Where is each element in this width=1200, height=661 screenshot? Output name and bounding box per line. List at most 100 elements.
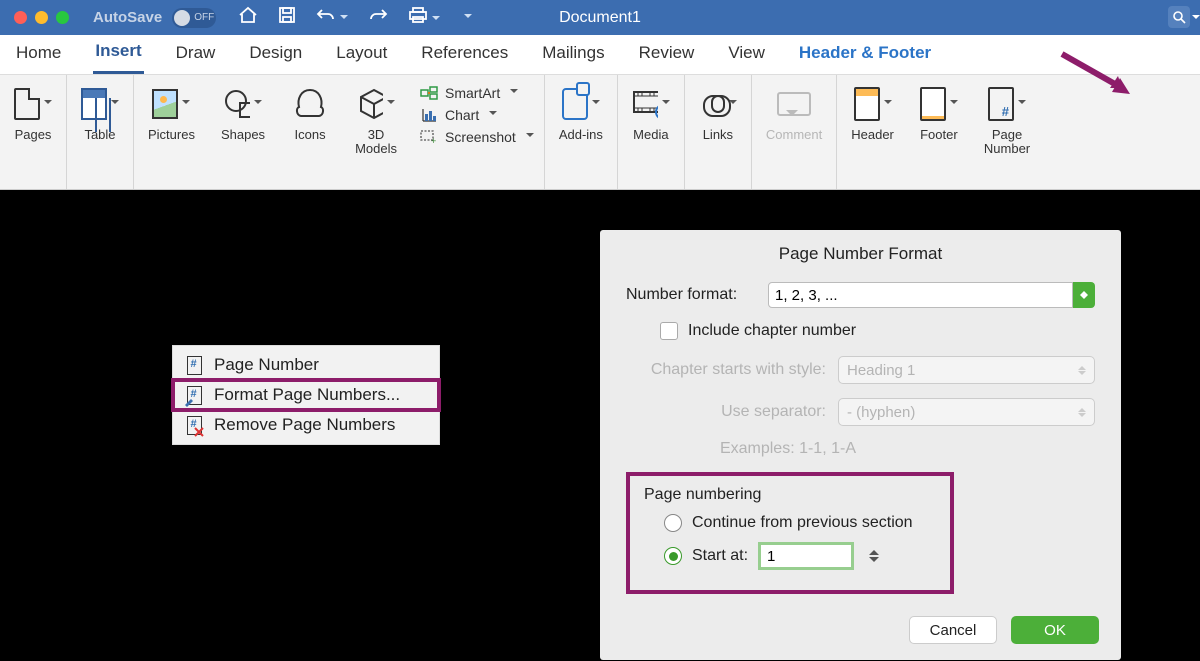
media-icon bbox=[632, 88, 658, 120]
tab-header-footer[interactable]: Header & Footer bbox=[797, 37, 933, 73]
redo-icon[interactable] bbox=[368, 7, 388, 28]
link-icon bbox=[711, 95, 725, 113]
start-at-stepper[interactable] bbox=[869, 545, 879, 567]
tab-review[interactable]: Review bbox=[637, 37, 697, 73]
save-icon[interactable] bbox=[278, 6, 296, 29]
ribbon-insert: Pages Table Pictures Shapes Icons 3D Mod… bbox=[0, 75, 1200, 190]
number-format-field[interactable] bbox=[768, 282, 1073, 308]
continue-radio[interactable] bbox=[664, 514, 682, 532]
svg-text:+: + bbox=[431, 136, 436, 144]
comment-button: Comment bbox=[758, 83, 830, 142]
toggle-knob bbox=[174, 10, 190, 26]
tab-layout[interactable]: Layout bbox=[334, 37, 389, 73]
chapter-style-combo: Heading 1 bbox=[838, 356, 1095, 384]
smartart-label: SmartArt bbox=[445, 85, 500, 101]
footer-icon bbox=[920, 87, 946, 121]
separator-value: - (hyphen) bbox=[847, 404, 915, 421]
tab-home[interactable]: Home bbox=[14, 37, 63, 73]
home-icon[interactable] bbox=[238, 6, 258, 29]
start-at-field[interactable] bbox=[758, 542, 854, 570]
tab-draw[interactable]: Draw bbox=[174, 37, 218, 73]
3dmodels-button[interactable]: 3D Models bbox=[347, 83, 405, 156]
tab-references[interactable]: References bbox=[419, 37, 510, 73]
menu-fpn-label: Format Page Numbers... bbox=[214, 385, 400, 405]
pictures-label: Pictures bbox=[148, 128, 195, 142]
include-chapter-label: Include chapter number bbox=[688, 322, 856, 340]
start-at-label: Start at: bbox=[692, 547, 748, 565]
page-number-menu: # Page Number # Format Page Numbers... #… bbox=[172, 345, 440, 445]
number-format-label: Number format: bbox=[626, 286, 756, 304]
combo-step-buttons[interactable] bbox=[1073, 282, 1095, 308]
number-format-combo[interactable] bbox=[768, 282, 1095, 308]
tab-view[interactable]: View bbox=[726, 37, 767, 73]
tab-design[interactable]: Design bbox=[247, 37, 304, 73]
ok-button[interactable]: OK bbox=[1011, 616, 1099, 644]
print-icon[interactable] bbox=[408, 6, 440, 29]
table-label: Table bbox=[84, 128, 115, 142]
window-zoom-dot[interactable] bbox=[56, 11, 69, 24]
pictures-button[interactable]: Pictures bbox=[140, 83, 203, 142]
links-label: Links bbox=[703, 128, 733, 142]
undo-icon[interactable] bbox=[316, 7, 348, 28]
search-button[interactable] bbox=[1168, 6, 1190, 28]
page-icon: # bbox=[183, 354, 205, 376]
page-numbering-heading: Page numbering bbox=[644, 486, 938, 504]
3dmodels-label: 3D Models bbox=[355, 128, 397, 156]
page-number-button[interactable]: Page Number bbox=[976, 83, 1038, 156]
shapes-button[interactable]: Shapes bbox=[213, 83, 273, 142]
window-min-dot[interactable] bbox=[35, 11, 48, 24]
comment-icon bbox=[777, 92, 811, 116]
page-icon bbox=[14, 88, 40, 120]
media-button[interactable]: Media bbox=[624, 83, 678, 142]
shapes-label: Shapes bbox=[221, 128, 265, 142]
addins-button[interactable]: Add-ins bbox=[551, 83, 611, 142]
menu-remove-page-numbers[interactable]: # Remove Page Numbers bbox=[173, 410, 439, 440]
qat-customize-icon[interactable] bbox=[464, 14, 472, 22]
table-icon bbox=[81, 88, 107, 120]
chart-button[interactable]: Chart bbox=[415, 106, 538, 124]
examples-label: Examples: 1-1, 1-A bbox=[626, 440, 856, 458]
icons-button[interactable]: Icons bbox=[283, 83, 337, 142]
footer-button[interactable]: Footer bbox=[912, 83, 966, 142]
autosave-label: AutoSave bbox=[93, 9, 162, 26]
shapes-icon bbox=[224, 87, 250, 121]
menu-page-number[interactable]: # Page Number bbox=[173, 350, 439, 380]
menu-format-page-numbers[interactable]: # Format Page Numbers... bbox=[173, 380, 439, 410]
format-icon: # bbox=[183, 384, 205, 406]
addin-icon bbox=[562, 88, 588, 120]
tab-mailings[interactable]: Mailings bbox=[540, 37, 606, 73]
header-label: Header bbox=[851, 128, 894, 142]
page-number-icon bbox=[988, 87, 1014, 121]
cancel-button[interactable]: Cancel bbox=[909, 616, 997, 644]
screenshot-button[interactable]: + Screenshot bbox=[415, 128, 538, 146]
chart-label: Chart bbox=[445, 107, 479, 123]
pages-label: Pages bbox=[15, 128, 52, 142]
smartart-icon bbox=[420, 86, 438, 100]
chevron-down-icon bbox=[1192, 15, 1200, 23]
remove-icon: # bbox=[183, 414, 205, 436]
media-label: Media bbox=[633, 128, 668, 142]
include-chapter-checkbox[interactable] bbox=[660, 322, 678, 340]
chapter-style-label: Chapter starts with style: bbox=[626, 361, 826, 379]
comment-label: Comment bbox=[766, 128, 822, 142]
icons-label: Icons bbox=[295, 128, 326, 142]
window-close-dot[interactable] bbox=[14, 11, 27, 24]
header-icon bbox=[854, 87, 880, 121]
screenshot-label: Screenshot bbox=[445, 129, 516, 145]
addins-label: Add-ins bbox=[559, 128, 603, 142]
pages-button[interactable]: Pages bbox=[6, 83, 60, 142]
dialog-title: Page Number Format bbox=[600, 230, 1121, 282]
start-at-radio[interactable] bbox=[664, 547, 682, 565]
ribbon-tabs: Home Insert Draw Design Layout Reference… bbox=[0, 35, 1200, 75]
autosave-state: OFF bbox=[194, 12, 214, 23]
footer-label: Footer bbox=[920, 128, 958, 142]
cube-icon bbox=[357, 87, 383, 121]
header-button[interactable]: Header bbox=[843, 83, 902, 142]
menu-pn-label: Page Number bbox=[214, 355, 319, 375]
links-button[interactable]: Links bbox=[691, 83, 745, 142]
page-numbering-highlight: Page numbering Continue from previous se… bbox=[626, 472, 954, 594]
tab-insert[interactable]: Insert bbox=[93, 35, 143, 74]
smartart-button[interactable]: SmartArt bbox=[415, 84, 538, 102]
table-button[interactable]: Table bbox=[73, 83, 127, 142]
autosave-toggle[interactable]: OFF bbox=[172, 8, 216, 28]
